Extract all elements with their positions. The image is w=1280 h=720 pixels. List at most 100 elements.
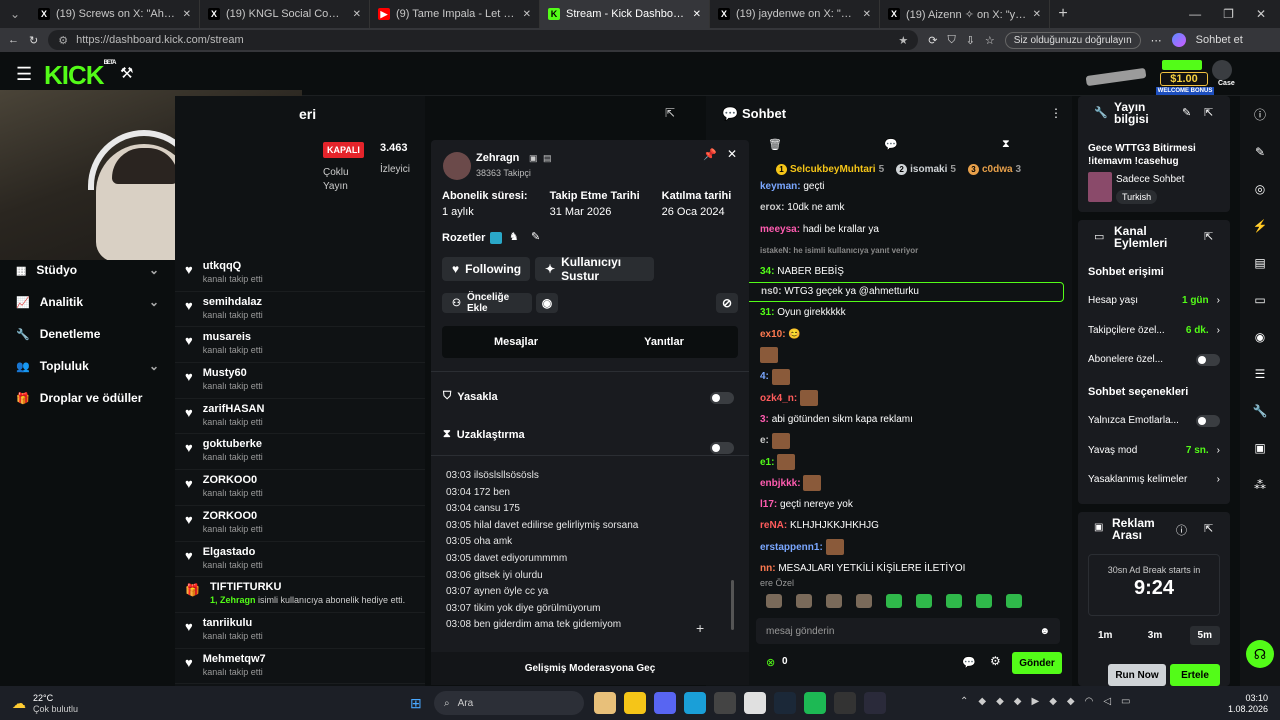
browser-tab[interactable]: X (19) Screws on X: "AhmetTurku Bu ✕ [30,0,200,28]
emote-icon[interactable] [1006,594,1022,608]
hourglass-icon[interactable]: ⧗ [1002,138,1010,151]
setting-toggle[interactable] [1196,414,1220,427]
following-button[interactable]: ♥ Following [442,257,530,281]
setting-row[interactable]: Yalnızca Emotlarla... [1078,406,1230,436]
activity-username[interactable]: tanriikulu [203,617,263,629]
emote-icon[interactable] [796,594,812,608]
chat-username[interactable]: e1: [760,457,774,468]
pin-icon[interactable]: 📌 [703,148,717,161]
emote-icon[interactable] [976,594,992,608]
edit-icon[interactable]: ✎ [1182,106,1191,119]
ad-duration-option[interactable]: 1m [1090,626,1120,645]
close-tab-icon[interactable]: ✕ [693,9,701,20]
chat-input[interactable]: mesaj gönderin ☻ [756,618,1060,644]
wrench-icon[interactable]: 🔧 [1240,392,1280,429]
file-explorer-icon[interactable] [624,692,646,714]
kick-logo[interactable]: KICKBETA [44,60,116,91]
hamburger-menu-icon[interactable]: ☰ [16,64,32,85]
chevron-right-icon[interactable]: › [1217,295,1220,306]
ad-duration-option[interactable]: 3m [1140,626,1170,645]
broadcast-icon[interactable]: ◉ [1240,318,1280,355]
top-gifter[interactable]: 1 SelcukbeyMuhtari 5 [776,164,884,175]
list-icon[interactable]: ☰ [1240,355,1280,392]
activity-username[interactable]: semihdalaz [203,296,263,308]
site-info-icon[interactable]: ⚙ [58,34,68,47]
run-now-button[interactable]: Run Now [1108,664,1166,686]
back-icon[interactable]: ← [8,34,19,46]
trash-icon[interactable]: 🗑 [768,138,782,151]
wifi-icon[interactable]: ◠ [1085,696,1094,707]
support-icon[interactable]: ☊ [1246,640,1274,668]
tab-list-icon[interactable]: ⌄ [0,7,30,21]
activity-username[interactable]: TIFTIFTURKU [210,581,405,593]
pencil-icon[interactable]: ✎ [1240,133,1280,170]
sidebar-item[interactable]: 📈 Analitik ⌄ [0,286,175,318]
steam-icon[interactable] [774,692,796,714]
eye-icon[interactable]: ◉ [536,293,558,313]
verify-badge[interactable]: Siz olduğunuzu doğrulayın [1004,31,1141,49]
info-icon[interactable]: ⓘ [1240,96,1280,133]
close-card-icon[interactable]: ✕ [727,147,737,161]
emote-icon[interactable] [826,594,842,608]
bookmarks-icon[interactable]: ☆ [985,34,995,47]
chat-emoji-button-icon[interactable]: 💬 [962,656,976,669]
windows-start-icon[interactable]: ⊞ [410,695,422,712]
apps-icon[interactable]: ⁂ [1240,466,1280,503]
tray-app-icon[interactable]: ◆ [1014,696,1022,707]
tray-play-icon[interactable]: ▶ [1032,696,1040,707]
chat-username[interactable]: ex10: [760,329,786,340]
chat-username[interactable]: 4: [760,371,769,382]
downloads-icon[interactable]: ⇩ [966,34,975,47]
activity-username[interactable]: utkqqQ [203,260,263,272]
emote-icon[interactable] [886,594,902,608]
sidebar-item[interactable]: 🔧 Denetleme [0,318,175,350]
emote-icon[interactable] [766,594,782,608]
tray-chevron-icon[interactable]: ⌃ [960,696,968,707]
chat-username[interactable]: reNA: [760,520,787,531]
tray-app-icon[interactable]: ◆ [996,696,1004,707]
message-scrollbar[interactable] [731,580,734,630]
edit-badges-icon[interactable]: ✎ [531,230,540,243]
chat-settings-icon[interactable]: ⚙ [990,654,1001,668]
activity-username[interactable]: goktuberke [203,438,263,450]
popout-icon[interactable]: ⇱ [1204,106,1213,119]
close-tab-icon[interactable]: ✕ [183,9,191,20]
chevron-right-icon[interactable]: › [1217,445,1220,456]
top-gifter[interactable]: 2 isomaki 5 [896,164,956,175]
chevron-right-icon[interactable]: › [1217,325,1220,336]
chevron-down-icon[interactable]: ⌄ [149,359,159,373]
browser-tab[interactable]: ▶ (9) Tame Impala - Let It Happen (O ✕ [370,0,540,28]
shield-icon[interactable]: ⛉ [947,34,955,47]
menu-dots-icon[interactable]: ⋯ [1151,34,1162,47]
close-window-icon[interactable]: ✕ [1256,7,1266,21]
promo-banner[interactable]: $1.00 WELCOME BONUS Case [1085,60,1238,96]
chat-menu-icon[interactable]: ⋮ [1050,106,1062,120]
tray-app-icon[interactable]: ◆ [1067,696,1075,707]
chat-username[interactable]: nn: [760,563,776,574]
ad-duration-option[interactable]: 5m [1189,626,1220,645]
info-icon[interactable]: ⓘ [1176,522,1187,538]
chevron-down-icon[interactable]: ⌄ [149,263,159,277]
popout-icon[interactable]: ⇱ [1204,230,1213,243]
camera-icon[interactable]: ◎ [1240,170,1280,207]
minimize-icon[interactable]: — [1189,7,1201,21]
activity-username[interactable]: Musty60 [203,367,263,379]
chat-username[interactable]: ns0: [761,286,782,297]
chevron-down-icon[interactable]: ⌄ [149,295,159,309]
green-button-partial[interactable] [1162,60,1202,70]
close-tab-icon[interactable]: ✕ [1033,9,1041,20]
activity-username[interactable]: ZORKOO0 [203,510,263,522]
weather-icon[interactable]: ☁ [12,695,26,712]
new-tab-icon[interactable]: + [1050,5,1076,23]
send-button[interactable]: Gönder [1012,652,1062,674]
chat-username[interactable]: erox: [760,202,784,213]
timeout-toggle[interactable] [710,442,734,454]
lightning-icon[interactable]: ⚡ [1240,207,1280,244]
chat-username[interactable]: keyman: [760,181,801,192]
chat-username[interactable]: enbjkkk: [760,478,801,489]
chat-username[interactable]: istakeN: he isimli kullanıcıya yanıt ver… [760,246,918,255]
tab-replies[interactable]: Yanıtlar [590,326,738,358]
clock-time[interactable]: 03:10 [1224,693,1268,703]
emote-icon[interactable] [946,594,962,608]
chat-username[interactable]: 34: [760,266,774,277]
